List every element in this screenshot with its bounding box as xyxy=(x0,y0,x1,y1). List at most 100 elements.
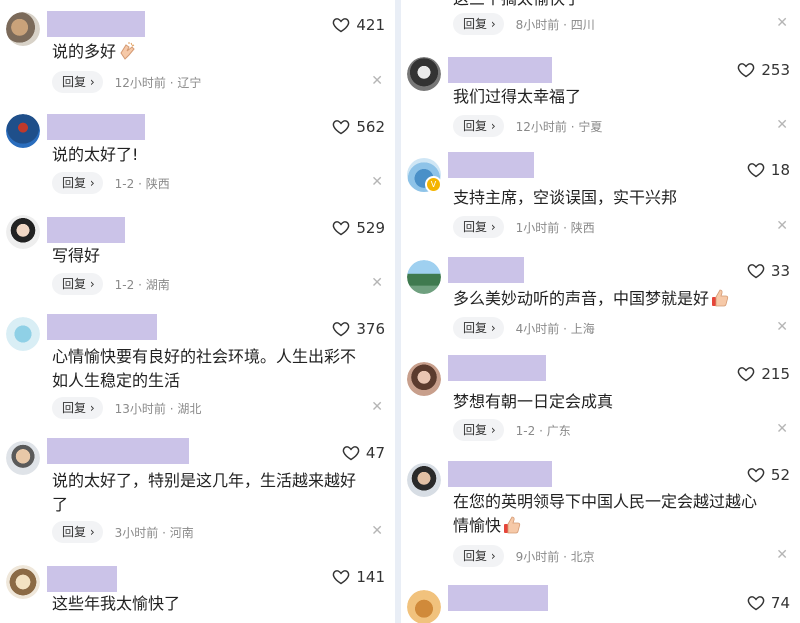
comment-text: 在您的英明领导下中国人民一定会越过越心 情愉快 xyxy=(453,492,758,535)
like-count: 529 xyxy=(356,219,385,237)
comment-region: 陕西 xyxy=(570,220,595,235)
like-count: 376 xyxy=(356,320,385,338)
chevron-right-icon: › xyxy=(490,321,496,335)
reply-button[interactable]: 回复 › xyxy=(453,13,504,35)
reply-button[interactable]: 回复 › xyxy=(52,71,103,93)
like-button[interactable]: 421 xyxy=(332,16,385,34)
username-placeholder[interactable] xyxy=(448,585,548,611)
heart-icon xyxy=(738,63,755,78)
close-icon[interactable]: ✕ xyxy=(776,421,788,437)
comment-time: 12小时前 xyxy=(515,119,567,134)
avatar[interactable]: V xyxy=(407,158,442,193)
reply-button[interactable]: 回复 › xyxy=(453,317,504,339)
username-placeholder[interactable] xyxy=(448,461,552,487)
comment-text: 这三个搞太愉快了 xyxy=(453,0,784,11)
like-count: 141 xyxy=(356,568,385,586)
verified-badge-icon: V xyxy=(425,176,442,193)
avatar[interactable] xyxy=(407,590,441,623)
comment-text: 我们过得太幸福了 xyxy=(453,87,582,106)
like-button[interactable]: 47 xyxy=(342,444,385,462)
avatar[interactable] xyxy=(407,57,441,91)
chevron-right-icon: › xyxy=(490,423,496,437)
username-placeholder[interactable] xyxy=(47,314,157,340)
comment-text: 梦想有朝一日定会成真 xyxy=(453,392,614,411)
comment-time: 13小时前 xyxy=(114,401,166,416)
comment-meta: 回复 › 12小时前 · 辽宁 xyxy=(52,71,201,93)
like-button[interactable]: 562 xyxy=(332,118,385,136)
comment-region: 湖南 xyxy=(145,277,170,292)
avatar[interactable] xyxy=(6,12,40,46)
avatar[interactable] xyxy=(407,362,441,396)
comment-meta: 回复 › 1-2 · 湖南 xyxy=(52,273,170,295)
like-button[interactable]: 74 xyxy=(747,594,790,612)
reply-button[interactable]: 回复 › xyxy=(453,216,504,238)
close-icon[interactable]: ✕ xyxy=(371,399,383,415)
like-count: 253 xyxy=(761,61,790,79)
username-placeholder[interactable] xyxy=(47,566,117,592)
reply-button[interactable]: 回复 › xyxy=(52,172,103,194)
reply-button[interactable]: 回复 › xyxy=(52,521,103,543)
comment-text: 说的多好 xyxy=(52,40,379,64)
like-button[interactable]: 529 xyxy=(332,219,385,237)
comment-meta: 回复 › 1小时前 · 陕西 xyxy=(453,216,595,238)
like-button[interactable]: 52 xyxy=(747,466,790,484)
like-button[interactable]: 253 xyxy=(737,61,790,79)
username-placeholder[interactable] xyxy=(448,57,552,83)
avatar[interactable] xyxy=(407,463,441,497)
comment-region: 辽宁 xyxy=(177,75,202,90)
heart-icon xyxy=(333,221,350,236)
heart-icon xyxy=(333,322,350,337)
reply-button[interactable]: 回复 › xyxy=(453,545,504,567)
like-button[interactable]: 18 xyxy=(747,161,790,179)
close-icon[interactable]: ✕ xyxy=(776,15,788,31)
close-icon[interactable]: ✕ xyxy=(371,275,383,291)
username-placeholder[interactable] xyxy=(47,114,145,140)
avatar[interactable] xyxy=(407,260,441,294)
like-count: 47 xyxy=(365,444,385,462)
heart-icon xyxy=(342,446,360,461)
comment-text: 这些年我太愉快了 xyxy=(52,594,181,613)
like-count: 421 xyxy=(356,16,385,34)
like-count: 18 xyxy=(770,161,790,179)
avatar[interactable] xyxy=(6,317,40,351)
avatar[interactable] xyxy=(6,215,40,249)
like-button[interactable]: 33 xyxy=(747,262,790,280)
comment-column-right: 这三个搞太愉快了 回复 › 8小时前 · 四川 ✕ 253 我们过得太幸福了 回… xyxy=(401,0,800,623)
username-placeholder[interactable] xyxy=(47,11,145,37)
close-icon[interactable]: ✕ xyxy=(776,547,788,563)
username-placeholder[interactable] xyxy=(448,257,524,283)
heart-icon xyxy=(333,18,350,33)
like-count: 33 xyxy=(770,262,790,280)
avatar[interactable] xyxy=(6,565,40,599)
close-icon[interactable]: ✕ xyxy=(776,117,788,133)
close-icon[interactable]: ✕ xyxy=(371,174,383,190)
like-button[interactable]: 215 xyxy=(737,365,790,383)
close-icon[interactable]: ✕ xyxy=(371,73,383,89)
reply-button[interactable]: 回复 › xyxy=(453,115,504,137)
username-placeholder[interactable] xyxy=(448,152,534,178)
chevron-right-icon: › xyxy=(490,220,496,234)
reply-button[interactable]: 回复 › xyxy=(52,397,103,419)
avatar[interactable] xyxy=(6,441,40,475)
comment-region: 北京 xyxy=(570,549,595,564)
username-placeholder[interactable] xyxy=(47,217,125,243)
heart-icon xyxy=(333,120,350,135)
reply-button[interactable]: 回复 › xyxy=(453,419,504,441)
like-button[interactable]: 141 xyxy=(332,568,385,586)
comment-time: 3小时前 xyxy=(114,525,159,540)
like-count: 74 xyxy=(770,594,790,612)
like-count: 215 xyxy=(761,365,790,383)
close-icon[interactable]: ✕ xyxy=(776,218,788,234)
username-placeholder[interactable] xyxy=(448,355,546,381)
like-button[interactable]: 376 xyxy=(332,320,385,338)
avatar[interactable] xyxy=(6,114,40,148)
comment-text: 说的太好了! xyxy=(52,145,139,164)
comment-region: 广东 xyxy=(546,423,571,438)
comment-time: 8小时前 xyxy=(515,17,560,32)
close-icon[interactable]: ✕ xyxy=(371,523,383,539)
reply-button[interactable]: 回复 › xyxy=(52,273,103,295)
close-icon[interactable]: ✕ xyxy=(776,319,788,335)
comment-meta: 回复 › 9小时前 · 北京 xyxy=(453,545,595,567)
username-placeholder[interactable] xyxy=(47,438,189,464)
heart-icon xyxy=(333,570,350,585)
